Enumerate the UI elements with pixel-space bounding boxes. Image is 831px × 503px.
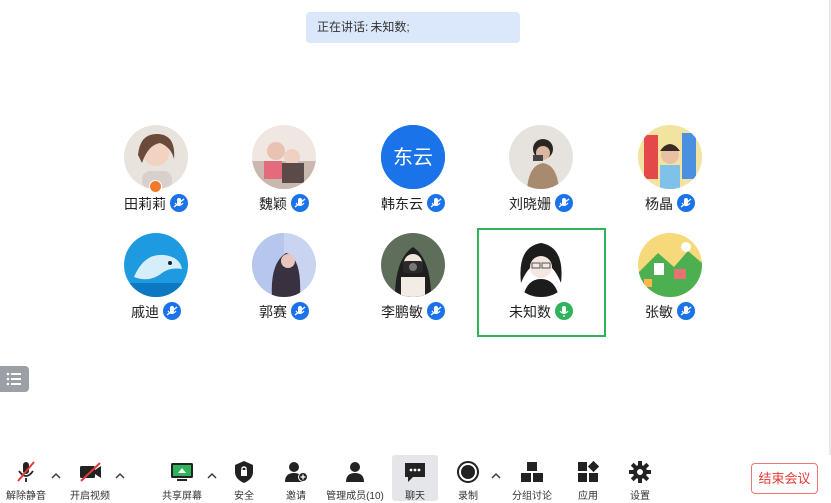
participant-name: 未知数 [509,304,551,320]
microphone-icon [555,194,573,212]
active-speaker-name: 未知数; [370,20,410,34]
participant-tile[interactable]: 张敏 [606,233,734,341]
microphone-icon [677,302,695,320]
participant-tile[interactable]: 魏颖 [220,125,348,233]
participant-tile[interactable]: 刘晓姗 [477,125,605,233]
participant-tile[interactable]: 杨晶 [606,125,734,233]
security-button[interactable]: 安全 [228,455,260,502]
video-off-icon [76,459,104,485]
participant-tile[interactable]: 戚迪 [92,233,220,341]
participant-tile[interactable]: 郭赛 [220,233,348,341]
shield-icon [230,459,258,485]
chat-bubble-icon [401,459,429,485]
microphone-icon [427,194,445,212]
microphone-icon [163,302,181,320]
add-user-icon [282,459,310,485]
microphone-icon [427,302,445,320]
start-video-button[interactable]: 开启视频 [68,455,112,502]
avatar [638,233,702,297]
invite-label: 邀请 [286,491,306,502]
members-icon [341,459,369,485]
unmute-label: 解除静音 [6,491,46,502]
avatar [381,233,445,297]
record-options-caret-icon[interactable] [490,471,502,481]
breakout-rooms-label: 分组讨论 [512,491,552,502]
avatar [509,233,573,297]
microphone-icon [170,194,188,212]
start-video-label: 开启视频 [70,491,110,502]
microphone-icon [677,194,695,212]
invite-button[interactable]: 邀请 [280,455,312,502]
participant-tile[interactable]: 李鹏敏 [349,233,477,341]
avatar [252,125,316,189]
end-meeting-button[interactable]: 结束会议 [751,463,818,494]
host-badge-icon [149,180,162,193]
chat-button[interactable]: 聊天 [392,455,438,502]
participant-name: 张敏 [645,304,673,320]
participant-tile[interactable]: 田莉莉 [92,125,220,233]
participant-tile-active-speaker[interactable]: 未知数 [477,233,605,341]
gear-icon [626,459,654,485]
share-options-caret-icon[interactable] [206,471,218,481]
active-speaker-banner: 正在讲话: 未知数; [306,12,520,43]
avatar [124,233,188,297]
settings-button[interactable]: 设置 [624,455,656,502]
unmute-button[interactable]: 解除静音 [4,455,48,502]
list-icon [6,372,21,386]
record-label: 录制 [458,491,478,502]
participant-name: 刘晓姗 [509,196,551,212]
avatar-initials: 东云 [393,145,433,169]
share-screen-button[interactable]: 共享屏幕 [160,455,204,502]
list-view-toggle-button[interactable] [0,366,29,392]
video-options-caret-icon[interactable] [114,471,126,481]
record-button[interactable]: 录制 [452,455,484,502]
participant-name: 杨晶 [645,196,673,212]
settings-label: 设置 [630,491,650,502]
manage-members-button[interactable]: 管理成员(10) [326,455,384,502]
meeting-toolbar: 解除静音 开启视频 共享屏幕 安全 邀请 管理成员(10) 聊天 录制 分组讨论… [0,455,831,503]
chat-label: 聊天 [405,491,425,502]
avatar [252,233,316,297]
microphone-active-icon [555,302,573,320]
apps-grid-icon [574,459,602,485]
active-speaker-prefix: 正在讲话: [317,20,369,34]
participant-name: 田莉莉 [124,196,166,212]
avatar [509,125,573,189]
participant-name: 郭赛 [259,304,287,320]
microphone-icon [291,194,309,212]
breakout-rooms-button[interactable]: 分组讨论 [508,455,556,502]
participant-name: 韩东云 [381,196,423,212]
apps-button[interactable]: 应用 [572,455,604,502]
microphone-muted-icon [12,459,40,485]
manage-members-label: 管理成员(10) [326,491,384,502]
share-screen-icon [168,459,196,485]
avatar: 东云 [381,125,445,189]
audio-options-caret-icon[interactable] [50,471,62,481]
participant-name: 戚迪 [131,304,159,320]
security-label: 安全 [234,491,254,502]
participant-name: 魏颖 [259,196,287,212]
apps-label: 应用 [578,491,598,502]
breakout-rooms-icon [518,459,546,485]
share-screen-label: 共享屏幕 [162,491,202,502]
record-icon [454,459,482,485]
microphone-icon [291,302,309,320]
avatar [638,125,702,189]
participant-name: 李鹏敏 [381,304,423,320]
participant-tile[interactable]: 东云 韩东云 [349,125,477,233]
